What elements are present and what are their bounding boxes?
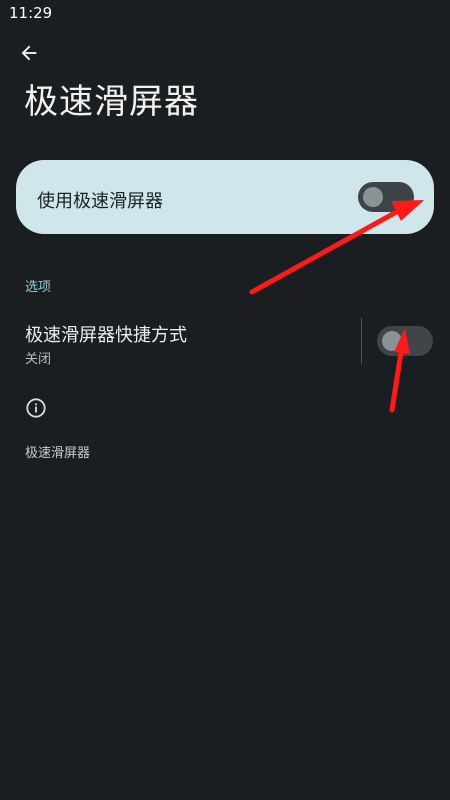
option-divider	[361, 318, 362, 364]
status-time: 11:29	[9, 4, 53, 22]
status-bar: 11:29	[0, 0, 450, 26]
shortcut-toggle-switch[interactable]	[377, 326, 433, 356]
back-button[interactable]	[14, 38, 44, 68]
shortcut-option-subtitle: 关闭	[25, 352, 52, 367]
main-toggle-card[interactable]: 使用极速滑屏器	[16, 160, 434, 234]
info-icon	[26, 398, 46, 418]
arrow-back-icon	[21, 45, 37, 61]
section-header-options: 选项	[25, 280, 52, 295]
footer-text: 极速滑屏器	[25, 446, 91, 461]
main-toggle-switch[interactable]	[358, 182, 414, 212]
main-toggle-label: 使用极速滑屏器	[37, 191, 163, 212]
shortcut-option-title: 极速滑屏器快捷方式	[25, 325, 187, 346]
page-title: 极速滑屏器	[24, 82, 199, 122]
switch-thumb	[382, 331, 402, 351]
shortcut-option-row[interactable]: 极速滑屏器快捷方式 关闭	[0, 312, 450, 372]
switch-thumb	[363, 187, 383, 207]
